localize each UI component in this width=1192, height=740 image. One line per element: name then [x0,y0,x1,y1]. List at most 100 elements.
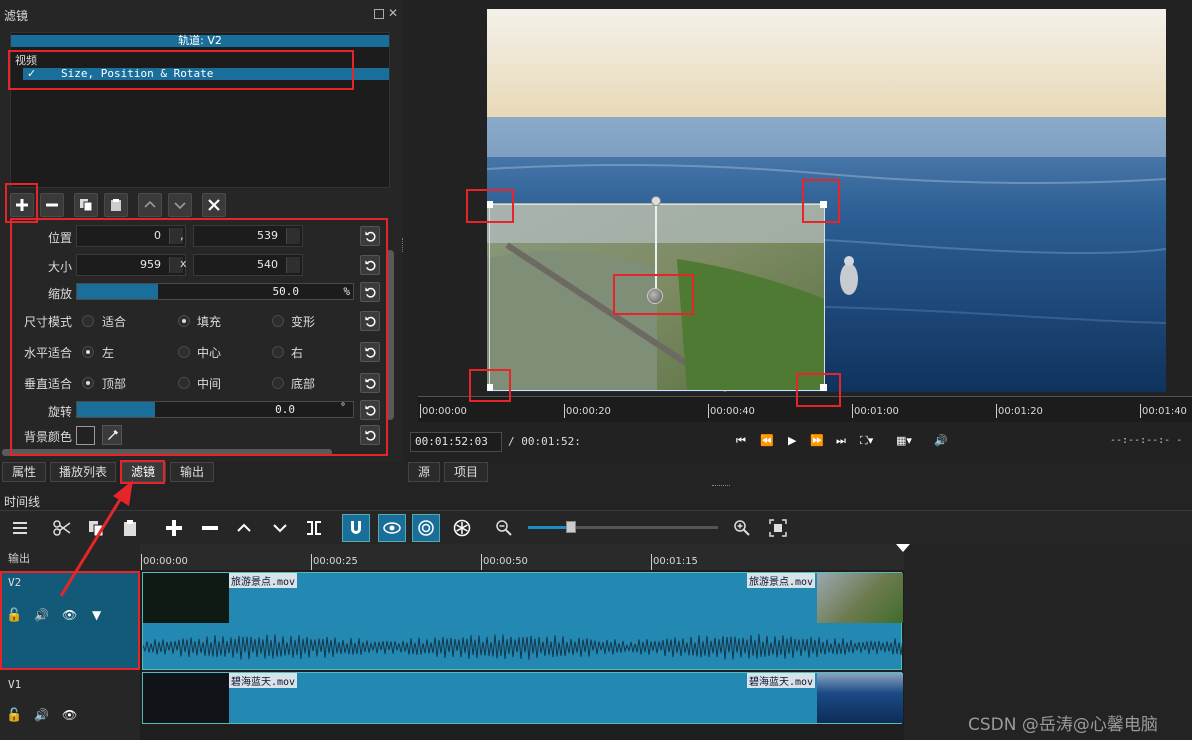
v-fit-bottom-label: 底部 [291,377,316,391]
deselect-filter-button[interactable] [202,193,226,217]
color-picker-icon[interactable] [102,425,122,445]
size-mode-fill-radio[interactable] [178,315,190,327]
position-x-input[interactable]: 0 [76,225,186,247]
overwrite-icon[interactable] [266,514,294,542]
hide-icon[interactable]: 👁 [62,708,77,722]
clip-v1[interactable]: 碧海蓝天.mov 碧海蓝天.mov [142,672,903,724]
track-name-v2: V2 [8,576,22,589]
snap-icon[interactable] [342,514,370,542]
add-filter-button[interactable] [10,193,34,217]
zoom-reset-button[interactable] [360,282,380,302]
size-reset-button[interactable] [360,255,380,275]
dock-splitter[interactable] [712,485,730,488]
position-y-input[interactable]: 539 [193,225,303,247]
transport-controls: ⏮ ⏪ ▶ ⏩ ⏭ ⛶▾ ▦▾ 🔊 [734,434,954,450]
video-preview[interactable] [487,9,1166,392]
timeline-toolbar [0,510,1192,544]
skip-to-start-icon[interactable]: ⏮ [736,434,746,448]
filter-item-size-position-rotate[interactable]: ✓ Size, Position & Rotate [23,67,389,80]
ripple-all-icon[interactable] [448,514,476,542]
transform-handle-top-right[interactable] [820,201,827,208]
watermark: CSDN @岳涛@心馨电脑 [968,715,1158,735]
player-ruler[interactable]: 00:00:00 00:00:20 00:00:40 00:01:00 00:0… [418,396,1192,422]
playhead-marker[interactable] [896,544,910,552]
position-reset-button[interactable] [360,226,380,246]
float-panel-icon[interactable] [374,9,384,19]
h-fit-center-radio[interactable] [178,346,190,358]
h-fit-right-radio[interactable] [272,346,284,358]
remove-icon[interactable] [196,514,224,542]
current-time-input[interactable]: 00:01:52:03 [410,432,502,452]
v-fit-reset-button[interactable] [360,373,380,393]
move-filter-down-button[interactable] [168,193,192,217]
transform-handle-top-left[interactable] [487,201,493,208]
clip-v2[interactable]: 旅游景点.mov 旅游景点.mov [142,572,903,670]
properties-vertical-scrollbar[interactable] [386,250,394,420]
mute-icon[interactable]: 🔊 [34,708,49,722]
right-timecode: --:--:--:- - [1110,435,1183,446]
grid-icon[interactable]: ▦▾ [896,434,912,447]
timeline-zoom-handle[interactable] [566,521,576,533]
zoom-fit-icon[interactable]: ⛶▾ [860,434,873,448]
move-filter-up-button[interactable] [138,193,162,217]
lock-icon[interactable]: 🔓 [6,708,22,723]
timeline-ruler-label: 00:01:15 [653,556,698,567]
center-handle[interactable] [647,288,663,304]
hide-icon[interactable]: 👁 [62,608,77,622]
scrub-icon[interactable] [378,514,406,542]
timeline-zoom-slider[interactable] [528,521,718,533]
zoom-timeline-fit-icon[interactable] [764,514,792,542]
rotation-handle[interactable] [651,196,661,206]
tab-project[interactable]: 项目 [444,462,488,482]
zoom-in-icon[interactable] [728,514,756,542]
filter-item-label: Size, Position & Rotate [61,67,214,80]
volume-icon[interactable]: 🔊 [934,434,948,447]
bg-color-swatch[interactable] [76,426,95,445]
timeline-ruler[interactable]: 00:00:00 00:00:25 00:00:50 00:01:15 [140,544,904,570]
append-icon[interactable] [160,514,188,542]
h-fit-reset-button[interactable] [360,342,380,362]
track-filter-icon[interactable]: ▼ [92,608,101,622]
size-mode-distort-radio[interactable] [272,315,284,327]
properties-horizontal-scrollbar[interactable] [2,449,332,456]
clip-thumbnail-start [143,673,229,723]
timeline-menu-icon[interactable] [6,514,34,542]
remove-filter-button[interactable] [40,193,64,217]
transform-handle-bottom-left[interactable] [487,384,493,391]
v-fit-top-radio[interactable] [82,377,94,389]
zoom-value: 50.0 [272,285,300,298]
tab-properties[interactable]: 属性 [2,462,46,482]
zoom-out-icon[interactable] [490,514,518,542]
split-icon[interactable] [300,514,328,542]
size-height-input[interactable]: 540 [193,254,303,276]
lift-icon[interactable] [230,514,258,542]
bg-color-reset-button[interactable] [360,425,380,445]
paste-filters-button[interactable] [104,193,128,217]
fast-forward-icon[interactable]: ⏩ [810,434,824,447]
lock-icon[interactable]: 🔓 [6,608,22,623]
skip-to-end-icon[interactable]: ⏭ [836,434,846,448]
panel-splitter-handle[interactable] [402,238,405,252]
tab-source[interactable]: 源 [408,462,440,482]
zoom-slider[interactable]: 50.0 % [76,283,354,300]
v-fit-middle-radio[interactable] [178,377,190,389]
size-mode-reset-button[interactable] [360,311,380,331]
copy-filters-button[interactable] [74,193,98,217]
ripple-icon[interactable] [412,514,440,542]
close-panel-icon[interactable]: ✕ [388,6,398,20]
play-icon[interactable]: ▶ [788,434,796,447]
h-fit-left-radio[interactable] [82,346,94,358]
size-width-input[interactable]: 959 [76,254,186,276]
track-header-v1[interactable]: V1 🔓 🔊 👁 [0,672,140,740]
rewind-icon[interactable]: ⏪ [760,434,774,447]
filter-properties: 位置 0 , 539 大小 959 x 540 缩放 50.0 % 尺寸模式 适… [2,220,394,456]
v-fit-bottom-radio[interactable] [272,377,284,389]
rotate-reset-button[interactable] [360,400,380,420]
transform-handle-bottom-right[interactable] [820,384,827,391]
size-mode-fit-radio[interactable] [82,315,94,327]
rotate-slider[interactable]: 0.0 ° [76,401,354,418]
tab-export[interactable]: 输出 [170,462,214,482]
mute-icon[interactable]: 🔊 [34,608,49,622]
filter-enabled-checkbox[interactable]: ✓ [27,67,36,80]
filters-panel-title: 滤镜 [4,9,29,23]
